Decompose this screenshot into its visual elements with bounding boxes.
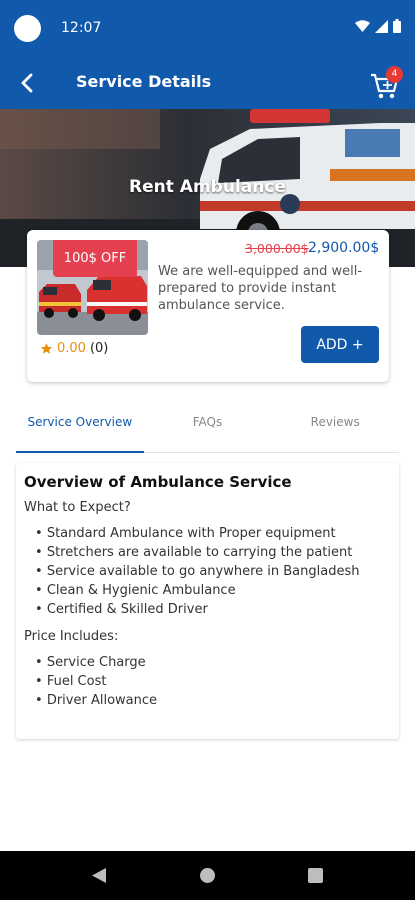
overview-heading: Overview of Ambulance Service: [24, 473, 292, 491]
nav-back-icon[interactable]: [91, 867, 107, 884]
camera-dot-icon: [14, 15, 41, 42]
battery-icon: [393, 19, 401, 33]
hero-title: Rent Ambulance: [129, 177, 286, 197]
service-description: We are well-equipped and well-prepared t…: [158, 264, 363, 313]
nav-recents-icon[interactable]: [308, 868, 323, 883]
signal-icon: [375, 19, 388, 33]
list-item: Service Charge: [35, 653, 391, 672]
list-item: Driver Allowance: [35, 691, 391, 710]
status-icons: [355, 19, 401, 33]
discount-badge: 100$ OFF: [53, 240, 137, 277]
add-to-cart-button[interactable]: ADD +: [301, 326, 379, 363]
back-button[interactable]: [12, 69, 42, 97]
rating-value: 0.00: [57, 341, 86, 356]
expect-list: Standard Ambulance with Proper equipment…: [35, 524, 391, 619]
tab-bar: Service Overview FAQs Reviews: [16, 398, 399, 453]
wifi-icon: [355, 19, 370, 32]
star-icon: [40, 343, 53, 354]
nav-home-icon[interactable]: [200, 868, 215, 883]
old-price: 3,000.00$: [245, 241, 309, 256]
screen: 12:07 Service Details 4 Rent Ambulance 1…: [0, 0, 415, 900]
app-bar: Service Details 4: [0, 57, 415, 109]
rating: 0.00 (0): [40, 341, 108, 356]
service-card: 100$ OFF 0.00 (0) 3,000.00$ 2,900.00$ We…: [27, 230, 389, 382]
list-item: Fuel Cost: [35, 672, 391, 691]
cart-button[interactable]: 4: [369, 65, 403, 101]
status-time: 12:07: [61, 20, 102, 36]
includes-label: Price Includes:: [24, 629, 119, 644]
cart-count-badge: 4: [386, 66, 403, 83]
tab-faqs[interactable]: FAQs: [144, 398, 272, 452]
arrow-left-icon: [21, 73, 33, 93]
page-title: Service Details: [76, 72, 212, 91]
system-nav-bar: [0, 851, 415, 900]
list-item: Service available to go anywhere in Bang…: [35, 562, 391, 581]
rating-count: (0): [89, 341, 109, 356]
expect-label: What to Expect?: [24, 500, 131, 515]
list-item: Standard Ambulance with Proper equipment: [35, 524, 391, 543]
status-bar: 12:07: [0, 0, 415, 57]
list-item: Stretchers are available to carrying the…: [35, 543, 391, 562]
tab-reviews[interactable]: Reviews: [271, 398, 399, 452]
list-item: Clean & Hygienic Ambulance: [35, 581, 391, 600]
overview-panel: Overview of Ambulance Service What to Ex…: [16, 463, 399, 739]
list-item: Certified & Skilled Driver: [35, 600, 391, 619]
tab-service-overview[interactable]: Service Overview: [16, 398, 144, 453]
includes-list: Service Charge Fuel Cost Driver Allowanc…: [35, 653, 391, 710]
new-price: 2,900.00$: [308, 240, 380, 256]
